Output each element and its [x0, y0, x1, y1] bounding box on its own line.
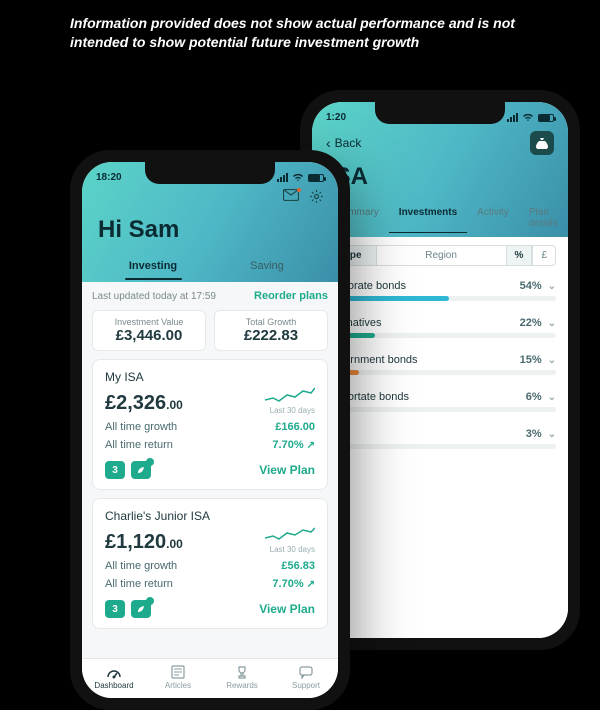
- seg-percent[interactable]: %: [506, 245, 533, 266]
- growth-value: £166.00: [275, 421, 315, 433]
- chevron-down-icon: ⌄: [548, 392, 556, 403]
- allocation-pct: 6% ⌄: [526, 391, 556, 403]
- phone-notch: [145, 162, 275, 184]
- nav-support[interactable]: Support: [274, 665, 338, 690]
- up-arrow-icon: ↗: [307, 440, 315, 451]
- growth-value: £56.83: [281, 560, 315, 572]
- settings-icon[interactable]: [309, 189, 324, 204]
- allocation-bar: [324, 407, 556, 412]
- nav-articles[interactable]: Articles: [146, 665, 210, 690]
- return-label: All time return: [105, 578, 173, 590]
- chevron-down-icon: ⌄: [548, 429, 556, 440]
- allocation-row[interactable]: Cash3% ⌄: [324, 428, 556, 449]
- dashboard-icon: [82, 665, 146, 679]
- allocation-row[interactable]: Corportate bonds6% ⌄: [324, 391, 556, 412]
- plan-card-junior-isa[interactable]: Charlie's Junior ISA £1,120.00 Last 30 d…: [92, 498, 328, 629]
- allocation-bar: [324, 444, 556, 449]
- back-label: Back: [335, 136, 362, 150]
- view-plan-button[interactable]: View Plan: [259, 463, 315, 477]
- allocation-row[interactable]: Government bonds15% ⌄: [324, 354, 556, 375]
- plan-value: £2,326.00: [105, 392, 183, 415]
- plan-name: My ISA: [105, 370, 315, 384]
- badge-count: 3: [105, 461, 125, 479]
- chevron-down-icon: ⌄: [548, 318, 556, 329]
- reorder-plans-button[interactable]: Reorder plans: [254, 290, 328, 302]
- segment-control: Type Region % £: [324, 245, 556, 266]
- status-indicators: [507, 112, 554, 123]
- greeting: Hi Sam: [96, 212, 324, 254]
- chevron-down-icon: ⌄: [548, 281, 556, 292]
- tab-plan-details[interactable]: Plan details: [519, 201, 568, 237]
- up-arrow-icon: ↗: [307, 579, 315, 590]
- plan-badges: 3: [105, 600, 151, 618]
- plan-card-my-isa[interactable]: My ISA £2,326.00 Last 30 days All time g…: [92, 359, 328, 490]
- return-label: All time return: [105, 439, 173, 451]
- page-title: ISA: [326, 161, 554, 201]
- nav-label: Rewards: [226, 681, 258, 690]
- allocation-pct: 15% ⌄: [520, 354, 556, 366]
- sparkline: Last 30 days: [265, 525, 315, 554]
- inbox-icon[interactable]: [283, 189, 299, 204]
- total-growth-card: Total Growth £222.83: [214, 310, 328, 351]
- signal-icon: [507, 113, 518, 122]
- detail-tabs: Summary Investments Activity Plan detail…: [326, 201, 554, 237]
- badge-leaf-icon: [131, 461, 151, 479]
- nav-label: Support: [292, 681, 320, 690]
- tab-activity[interactable]: Activity: [467, 201, 519, 237]
- growth-label: All time growth: [105, 421, 177, 433]
- return-value: 7.70%↗: [272, 578, 315, 590]
- allocation-pct: 3% ⌄: [526, 428, 556, 440]
- allocation-pct: 54% ⌄: [520, 280, 556, 292]
- nav-label: Articles: [165, 681, 191, 690]
- battery-icon: [538, 114, 554, 122]
- chevron-left-icon: ‹: [326, 135, 331, 151]
- allocation-pct: 22% ⌄: [520, 317, 556, 329]
- bottom-nav: Dashboard Articles Rewards: [82, 658, 338, 698]
- support-icon: [274, 665, 338, 679]
- back-button[interactable]: ‹ Back: [326, 135, 361, 151]
- seg-gbp[interactable]: £: [532, 245, 556, 266]
- investment-value-card: Investment Value £3,446.00: [92, 310, 206, 351]
- allocation-row[interactable]: Corporate bonds54% ⌄: [324, 280, 556, 301]
- plan-badges: 3: [105, 461, 151, 479]
- nav-label: Dashboard: [94, 681, 133, 690]
- tab-saving[interactable]: Saving: [210, 254, 324, 282]
- nav-dashboard[interactable]: Dashboard: [82, 665, 146, 690]
- allocation-row[interactable]: Alternatives22% ⌄: [324, 317, 556, 338]
- tab-investing[interactable]: Investing: [96, 254, 210, 282]
- battery-icon: [308, 174, 324, 182]
- badge-leaf-icon: [131, 600, 151, 618]
- status-time: 1:20: [326, 112, 346, 123]
- chevron-down-icon: ⌄: [548, 355, 556, 366]
- view-plan-button[interactable]: View Plan: [259, 602, 315, 616]
- allocation-bar: [324, 296, 556, 301]
- articles-icon: [146, 665, 210, 679]
- status-time: 18:20: [96, 172, 122, 183]
- growth-label: All time growth: [105, 560, 177, 572]
- nav-rewards[interactable]: Rewards: [210, 665, 274, 690]
- tab-investments[interactable]: Investments: [389, 201, 467, 237]
- allocation-bar: [324, 370, 556, 375]
- last-updated: Last updated today at 17:59: [92, 291, 216, 302]
- allocation-bar: [324, 333, 556, 338]
- status-indicators: [277, 172, 324, 183]
- sparkline: Last 30 days: [265, 386, 315, 415]
- wifi-icon: [292, 173, 304, 182]
- disclaimer-text: Information provided does not show actua…: [0, 0, 600, 52]
- investment-value-label: Investment Value: [93, 317, 205, 327]
- return-value: 7.70%↗: [272, 439, 315, 451]
- wifi-icon: [522, 113, 534, 122]
- rewards-icon: [210, 665, 274, 679]
- phone-front: 18:20: [70, 150, 350, 710]
- total-growth-label: Total Growth: [215, 317, 327, 327]
- plan-value: £1,120.00: [105, 531, 183, 554]
- seg-region[interactable]: Region: [377, 245, 506, 266]
- plan-icon[interactable]: [530, 131, 554, 155]
- phone-notch: [375, 102, 505, 124]
- badge-count: 3: [105, 600, 125, 618]
- signal-icon: [277, 173, 288, 182]
- total-growth: £222.83: [215, 327, 327, 344]
- plan-name: Charlie's Junior ISA: [105, 509, 315, 523]
- investment-value: £3,446.00: [93, 327, 205, 344]
